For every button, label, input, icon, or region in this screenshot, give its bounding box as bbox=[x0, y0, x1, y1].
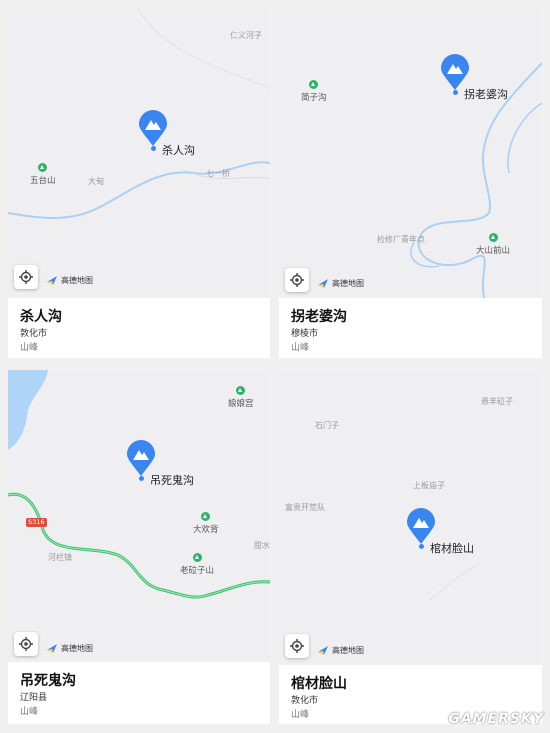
place-card-3[interactable]: S316 河栏镇 甜水 娘娘宫 大欢背 老砬子山 吊死鬼沟 高德地图 吊死鬼沟 bbox=[8, 370, 270, 724]
map-label: 检修厂青年点 bbox=[377, 235, 425, 244]
pin-label: 杀人沟 bbox=[162, 144, 195, 157]
map-label: 上板庙子 bbox=[413, 481, 445, 490]
mountain-poi-icon bbox=[38, 163, 48, 172]
place-info: 吊死鬼沟 辽阳县 山峰 bbox=[8, 662, 270, 724]
map-label: 悬羊砬子 bbox=[481, 397, 513, 406]
pin-dot bbox=[151, 146, 156, 151]
pin-dot bbox=[139, 476, 144, 481]
locate-button[interactable] bbox=[14, 265, 38, 289]
pin-dot bbox=[419, 544, 424, 549]
mountain-poi-icon bbox=[192, 553, 202, 562]
amap-logo-text: 高德地图 bbox=[332, 278, 364, 288]
amap-logo-text: 高德地图 bbox=[332, 645, 364, 655]
amap-logo: 高德地图 bbox=[317, 644, 364, 656]
locate-icon bbox=[290, 273, 304, 287]
map-label: 大甸 bbox=[88, 177, 104, 186]
map-label: 河栏镇 bbox=[48, 553, 72, 562]
poi-label: 大欢背 bbox=[193, 525, 219, 535]
map-view[interactable]: 仁义河子 大甸 七一桥 五台山 杀人沟 高德地图 bbox=[8, 8, 270, 298]
poi-label: 娘娘宫 bbox=[228, 399, 254, 409]
pin-label: 吊死鬼沟 bbox=[150, 474, 194, 487]
pin-dot bbox=[453, 90, 458, 95]
place-info: 拐老婆沟 穆棱市 山峰 bbox=[279, 298, 542, 358]
place-title: 拐老婆沟 bbox=[291, 309, 347, 325]
place-city: 穆棱市 bbox=[291, 329, 319, 339]
place-title: 棺材脸山 bbox=[291, 676, 347, 692]
poi-label: 老砬子山 bbox=[180, 566, 215, 576]
place-card-1[interactable]: 仁义河子 大甸 七一桥 五台山 杀人沟 高德地图 杀人沟 敦化市 山峰 bbox=[8, 8, 270, 358]
locate-button[interactable] bbox=[14, 632, 38, 656]
place-category: 山峰 bbox=[291, 710, 310, 720]
pin-label: 棺材脸山 bbox=[430, 542, 474, 555]
place-card-4[interactable]: 悬羊砬子 石门子 上板庙子 富贵开荒队 棺材脸山 高德地图 棺材脸山 敦化市 山… bbox=[279, 370, 542, 724]
locate-icon bbox=[290, 639, 304, 653]
poi-label: 五台山 bbox=[30, 176, 56, 186]
map-view[interactable]: 悬羊砬子 石门子 上板庙子 富贵开荒队 棺材脸山 高德地图 bbox=[279, 370, 542, 665]
locate-button[interactable] bbox=[285, 268, 309, 292]
amap-logo: 高德地图 bbox=[317, 277, 364, 289]
locate-button[interactable] bbox=[285, 634, 309, 658]
mountain-poi-icon bbox=[236, 386, 246, 395]
place-category: 山峰 bbox=[20, 707, 39, 717]
map-view[interactable]: 简子沟 大山前山 检修厂青年点 拐老婆沟 高德地图 bbox=[279, 8, 542, 298]
amap-logo-text: 高德地图 bbox=[61, 643, 93, 653]
amap-logo: 高德地图 bbox=[46, 274, 93, 286]
place-city: 辽阳县 bbox=[20, 693, 48, 703]
map-view[interactable]: S316 河栏镇 甜水 娘娘宫 大欢背 老砬子山 吊死鬼沟 高德地图 bbox=[8, 370, 270, 662]
poi-marker[interactable]: 大欢背 bbox=[193, 512, 219, 535]
map-label: 七一桥 bbox=[206, 169, 230, 178]
place-city: 敦化市 bbox=[291, 696, 319, 706]
place-city: 敦化市 bbox=[20, 329, 48, 339]
amap-logo-icon bbox=[47, 644, 57, 653]
poi-marker[interactable]: 老砬子山 bbox=[180, 553, 214, 576]
place-info: 杀人沟 敦化市 山峰 bbox=[8, 298, 270, 358]
poi-label: 简子沟 bbox=[301, 93, 327, 103]
mountain-poi-icon bbox=[201, 512, 211, 521]
road-badge: S316 bbox=[26, 518, 47, 527]
poi-marker[interactable]: 简子沟 bbox=[301, 80, 327, 103]
river-layer bbox=[8, 8, 270, 219]
amap-logo-text: 高德地图 bbox=[61, 275, 93, 285]
mountain-poi-icon bbox=[309, 80, 319, 89]
map-label: 石门子 bbox=[315, 421, 339, 430]
amap-logo: 高德地图 bbox=[46, 642, 93, 654]
place-card-2[interactable]: 简子沟 大山前山 检修厂青年点 拐老婆沟 高德地图 拐老婆沟 穆棱市 山峰 bbox=[279, 8, 542, 358]
poi-marker[interactable]: 娘娘宫 bbox=[228, 386, 254, 409]
locate-icon bbox=[19, 270, 33, 284]
place-title: 杀人沟 bbox=[20, 309, 62, 325]
place-category: 山峰 bbox=[291, 343, 310, 353]
place-category: 山峰 bbox=[20, 343, 39, 353]
pin-label: 拐老婆沟 bbox=[464, 88, 508, 101]
amap-logo-icon bbox=[47, 276, 57, 285]
map-features-layer bbox=[8, 370, 270, 599]
amap-logo-icon bbox=[318, 279, 328, 288]
mountain-poi-icon bbox=[488, 233, 498, 242]
amap-logo-icon bbox=[318, 646, 328, 655]
map-label: 仁义河子 bbox=[230, 31, 262, 40]
poi-marker[interactable]: 五台山 bbox=[30, 163, 56, 186]
map-label: 富贵开荒队 bbox=[285, 503, 325, 512]
place-title: 吊死鬼沟 bbox=[20, 673, 76, 689]
poi-marker[interactable]: 大山前山 bbox=[476, 233, 510, 256]
poi-label: 大山前山 bbox=[476, 246, 511, 256]
map-label: 甜水 bbox=[254, 541, 270, 550]
watermark: GAMERSKY bbox=[448, 711, 544, 727]
locate-icon bbox=[19, 637, 33, 651]
